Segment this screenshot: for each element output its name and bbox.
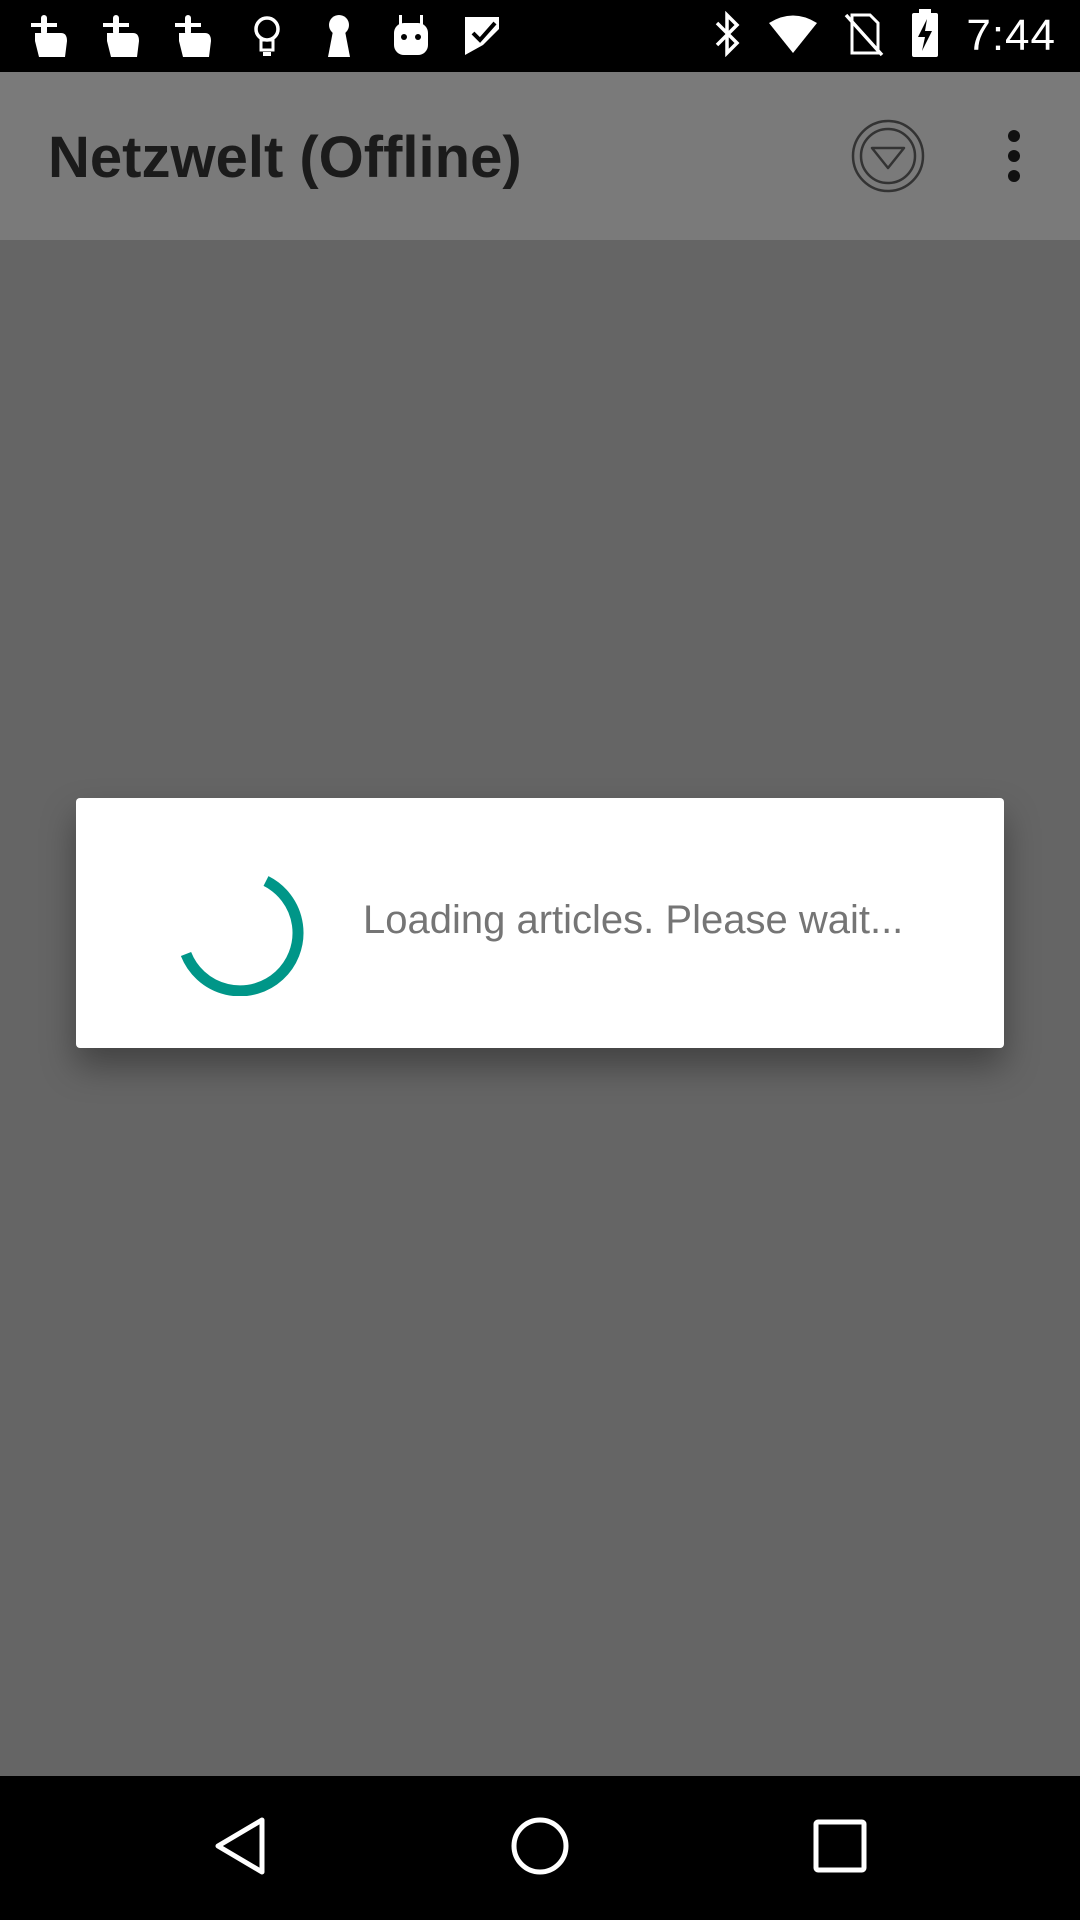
- loading-message: Loading articles. Please wait...: [363, 898, 904, 942]
- notification-icons: [28, 10, 506, 62]
- home-icon: [508, 1814, 572, 1882]
- android-robot-icon: [388, 10, 434, 62]
- download-button[interactable]: [848, 118, 928, 198]
- system-icons: 7:44: [712, 9, 1056, 63]
- keyhole-icon: [316, 10, 362, 62]
- wifi-icon: [768, 14, 818, 58]
- home-button[interactable]: [504, 1812, 576, 1884]
- back-icon: [210, 1814, 270, 1882]
- task-check-icon: [460, 10, 506, 62]
- back-button[interactable]: [204, 1812, 276, 1884]
- clock: 7:44: [966, 11, 1056, 60]
- overflow-menu-icon: [1004, 128, 1024, 188]
- tap-gesture-icon: [28, 10, 74, 62]
- battery-charging-icon: [910, 9, 940, 63]
- app-bar: Netzwelt (Offline): [0, 72, 1080, 240]
- progress-spinner: [156, 846, 306, 997]
- recents-button[interactable]: [804, 1812, 876, 1884]
- tap-gesture-icon: [172, 10, 218, 62]
- no-sim-icon: [844, 11, 884, 61]
- tap-gesture-icon: [100, 10, 146, 62]
- lightbulb-icon: [244, 10, 290, 62]
- download-circle-icon: [850, 118, 926, 198]
- status-bar: 7:44: [0, 0, 1080, 72]
- bluetooth-icon: [712, 10, 742, 61]
- navigation-bar: [0, 1776, 1080, 1920]
- page-title: Netzwelt (Offline): [48, 125, 522, 190]
- loading-dialog: Loading articles. Please wait...: [76, 798, 1004, 1048]
- recents-icon: [812, 1818, 868, 1878]
- overflow-menu-button[interactable]: [974, 118, 1054, 198]
